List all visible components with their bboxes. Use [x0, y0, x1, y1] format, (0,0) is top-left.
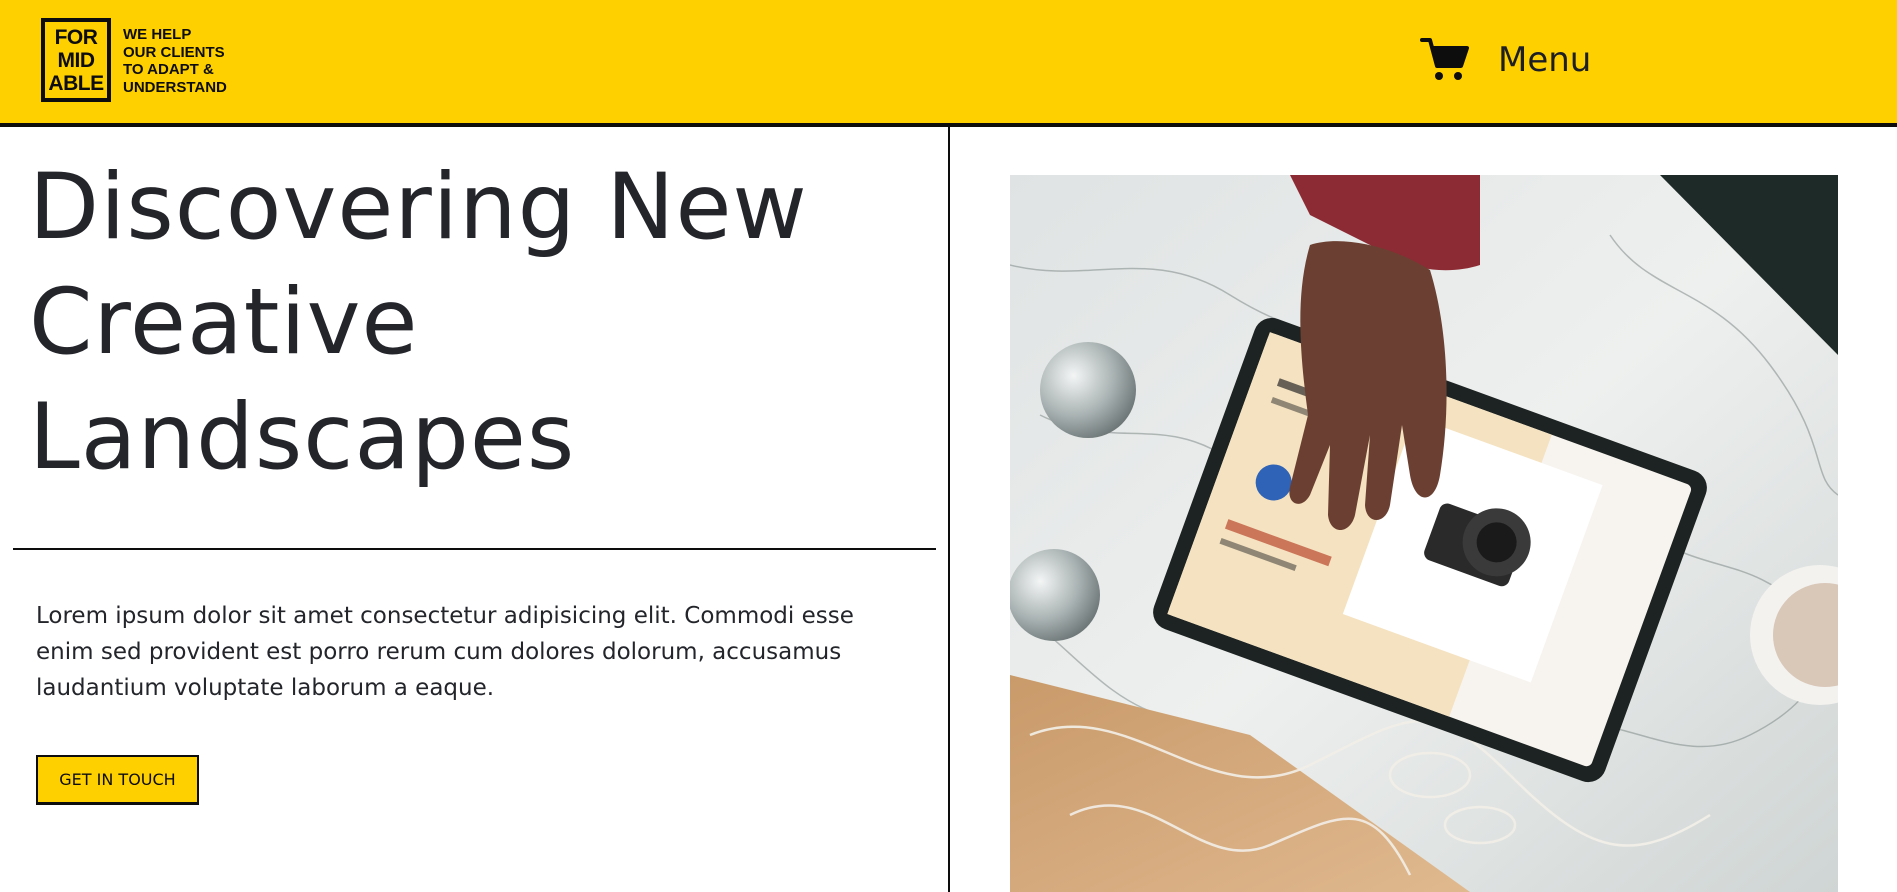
hero-title-line-1: Discovering New — [29, 155, 808, 260]
hero-title: Discovering New Creative Landscapes — [29, 150, 929, 495]
get-in-touch-button[interactable]: GET IN TOUCH — [36, 755, 199, 805]
logo-line-1: FOR — [54, 25, 98, 49]
tagline-line-4: UNDERSTAND — [123, 78, 227, 96]
hero-photo — [1010, 175, 1838, 892]
tagline-line-3: TO ADAPT & — [123, 61, 214, 78]
logo[interactable]: FOR MID ABLE — [41, 18, 111, 102]
logo-line-3: ABLE — [48, 71, 104, 95]
site-header: FOR MID ABLE WE HELP OUR CLIENTS TO ADAP… — [0, 0, 1897, 127]
shopping-cart-icon[interactable] — [1420, 36, 1470, 82]
hero-body-text: Lorem ipsum dolor sit amet consectetur a… — [36, 603, 854, 701]
section-rule — [13, 548, 936, 550]
column-divider — [948, 127, 950, 892]
tagline: WE HELP OUR CLIENTS TO ADAPT & UNDERSTAN… — [123, 26, 263, 96]
hero-title-line-2: Creative — [29, 270, 419, 375]
logo-line-2: MID — [57, 48, 96, 72]
tagline-line-1: WE HELP — [123, 26, 192, 43]
menu-button[interactable]: Menu — [1498, 40, 1591, 80]
hero-title-line-3: Landscapes — [29, 385, 576, 490]
tagline-line-2: OUR CLIENTS — [123, 43, 225, 61]
